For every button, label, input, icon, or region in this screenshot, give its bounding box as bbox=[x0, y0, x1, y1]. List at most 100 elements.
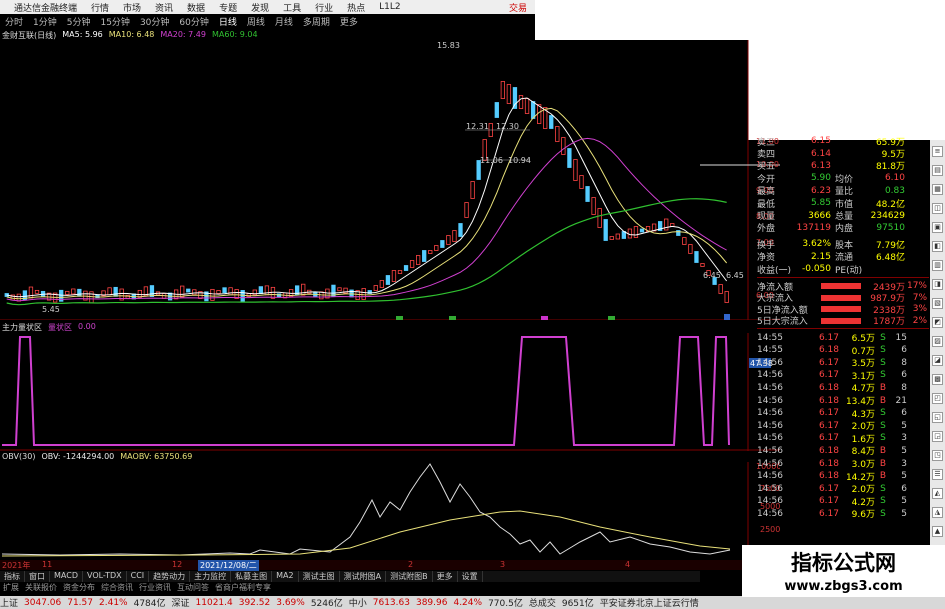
toolbar-icon[interactable]: ◧ bbox=[932, 241, 943, 252]
toolbar-icon[interactable]: ☰ bbox=[932, 469, 943, 480]
menu-item[interactable]: 专题 bbox=[212, 1, 244, 14]
quote-value: -0.050 bbox=[801, 264, 831, 275]
toolbar-icon[interactable]: ▣ bbox=[932, 222, 943, 233]
menu-item[interactable]: 热点 bbox=[340, 1, 372, 14]
menu-item[interactable]: 行业 bbox=[308, 1, 340, 14]
tick-list[interactable]: 14:55 6.17 6.5万 S 15 14:55 6.18 0.7万 S 6 14:56 6.17… bbox=[757, 331, 929, 521]
indicator-tab[interactable]: VOL-TDX bbox=[83, 571, 127, 582]
indicator-tab[interactable]: 设置 bbox=[458, 571, 483, 582]
date-cursor-label: 2021/12/08/二 bbox=[198, 560, 259, 571]
sub-tab[interactable]: 省商户福利专享 bbox=[212, 582, 274, 592]
candle bbox=[385, 275, 391, 285]
period-tab[interactable]: 周线 bbox=[242, 15, 270, 28]
tick-direction: B bbox=[879, 445, 887, 456]
index-label[interactable]: 深证 bbox=[172, 596, 190, 609]
candle bbox=[240, 290, 245, 302]
quote-value: 3666 bbox=[808, 210, 831, 221]
toolbar-icon[interactable]: ◩ bbox=[932, 317, 943, 328]
period-tab[interactable]: 更多 bbox=[335, 15, 363, 28]
indicator-tab[interactable]: 主力监控 bbox=[190, 571, 232, 582]
period-tab[interactable]: 5分钟 bbox=[62, 15, 96, 28]
indicator-tab[interactable]: 趋势动力 bbox=[149, 571, 191, 582]
index-label[interactable]: 中小 bbox=[349, 596, 367, 609]
menu-item[interactable]: 工具 bbox=[276, 1, 308, 14]
period-tab[interactable]: 分时 bbox=[0, 15, 28, 28]
indicator-tab[interactable]: MA2 bbox=[272, 571, 299, 582]
tick-price: 6.17 bbox=[818, 420, 839, 431]
toolbar-icon[interactable]: ◮ bbox=[932, 507, 943, 518]
date-label: 2 bbox=[408, 560, 414, 569]
index-label[interactable]: 上证 bbox=[0, 596, 18, 609]
trade-button[interactable]: 交易 bbox=[509, 1, 527, 14]
menu-item[interactable]: 市场 bbox=[116, 1, 148, 14]
indicator-tab[interactable]: 窗口 bbox=[25, 571, 50, 582]
indicator-tab[interactable]: MACD bbox=[50, 571, 83, 582]
toolbar-icon[interactable]: ▦ bbox=[932, 184, 943, 195]
tick-direction: S bbox=[880, 420, 886, 431]
last-label: 6.45 bbox=[703, 271, 721, 280]
app-name: 通达信金融终端 bbox=[14, 3, 78, 14]
tick-direction: B bbox=[879, 471, 887, 482]
tick-count: 5 bbox=[901, 445, 907, 456]
toolbar-icon[interactable]: ◲ bbox=[932, 431, 943, 442]
candle bbox=[391, 270, 397, 282]
sub-tab[interactable]: 综合资讯 bbox=[98, 582, 136, 592]
indicator-tab[interactable]: 测试主图 bbox=[299, 571, 340, 582]
orderbook-price: 6.13 bbox=[810, 160, 831, 171]
toolbar-icon[interactable]: ▤ bbox=[932, 165, 943, 176]
indicator-tab[interactable]: 私募主图 bbox=[231, 571, 273, 582]
toolbar-icon[interactable]: ◨ bbox=[932, 279, 943, 290]
toolbar-icon[interactable]: ▨ bbox=[932, 336, 943, 347]
date-label: 11 bbox=[42, 560, 53, 569]
indicator-tab[interactable]: 更多 bbox=[433, 571, 458, 582]
toolbar-icon[interactable]: ◱ bbox=[932, 412, 943, 423]
indicator-tab[interactable]: CCI bbox=[127, 571, 150, 582]
mid-label: 12.31 bbox=[466, 122, 489, 131]
period-tab[interactable]: 30分钟 bbox=[135, 15, 174, 28]
quote-label: 流通 bbox=[835, 253, 854, 264]
tick-row: 14:55 6.17 6.5万 S 15 bbox=[757, 331, 929, 345]
obv-line bbox=[1, 463, 731, 556]
indicator-tab[interactable]: 测试附图A bbox=[340, 571, 387, 582]
period-tab-active[interactable]: 日线 bbox=[214, 15, 242, 28]
toolbar-icon[interactable]: ◳ bbox=[932, 450, 943, 461]
toolbar-icon[interactable]: ▲ bbox=[932, 526, 943, 537]
toolbar-icon[interactable]: ◫ bbox=[932, 203, 943, 214]
indicator1-chart[interactable]: 47.38 bbox=[0, 333, 780, 451]
period-tab[interactable]: 15分钟 bbox=[95, 15, 134, 28]
menu-item[interactable]: 数据 bbox=[180, 1, 212, 14]
period-tab[interactable]: 1分钟 bbox=[28, 15, 62, 28]
tick-price: 6.17 bbox=[818, 408, 839, 419]
main-kline-chart[interactable]: 15.83 12.31 12.30 11.06 10.94 5.45 6.45 … bbox=[0, 40, 780, 320]
y-axis-label: 2500 bbox=[760, 525, 780, 534]
indicator-tab[interactable]: 指标 bbox=[0, 571, 25, 582]
indicator-tab[interactable]: 测试附图B bbox=[386, 571, 433, 582]
toolbar-icon[interactable]: ▥ bbox=[932, 260, 943, 271]
sub-tab[interactable]: 资金分布 bbox=[60, 582, 98, 592]
period-tab[interactable]: 月线 bbox=[270, 15, 298, 28]
sub-tab[interactable]: 行业资讯 bbox=[136, 582, 174, 592]
indicator1-value: 0.00 bbox=[78, 322, 96, 331]
orderbook-price: 6.15 bbox=[810, 136, 831, 147]
period-tab[interactable]: 60分钟 bbox=[174, 15, 213, 28]
sub-tab[interactable]: 互动问答 bbox=[174, 582, 212, 592]
toolbar-icon[interactable]: ▩ bbox=[932, 374, 943, 385]
sub-tab[interactable]: 关联报价 bbox=[22, 582, 60, 592]
menu-item[interactable]: 资讯 bbox=[148, 1, 180, 14]
toolbar-icon[interactable]: ◪ bbox=[932, 355, 943, 366]
toolbar-icon[interactable]: ◭ bbox=[932, 488, 943, 499]
menu-item[interactable]: L1L2 bbox=[372, 2, 407, 12]
tick-volume: 0.7万 bbox=[851, 346, 875, 357]
period-tab[interactable]: 多周期 bbox=[298, 15, 335, 28]
sub-tab[interactable]: 扩展 bbox=[0, 582, 22, 592]
tick-volume: 8.4万 bbox=[851, 447, 875, 458]
menu-item[interactable]: 发现 bbox=[244, 1, 276, 14]
toolbar-icon[interactable]: ▧ bbox=[932, 298, 943, 309]
candle bbox=[428, 250, 433, 254]
toolbar-icon[interactable]: ◰ bbox=[932, 393, 943, 404]
menu-item[interactable]: 行情 bbox=[84, 1, 116, 14]
quote-label: 外盘 bbox=[757, 224, 776, 235]
indicator2-chart[interactable]: 10000 7500 5000 2500 bbox=[0, 462, 780, 570]
candle bbox=[149, 285, 155, 297]
toolbar-icon[interactable]: ≡ bbox=[932, 146, 943, 157]
